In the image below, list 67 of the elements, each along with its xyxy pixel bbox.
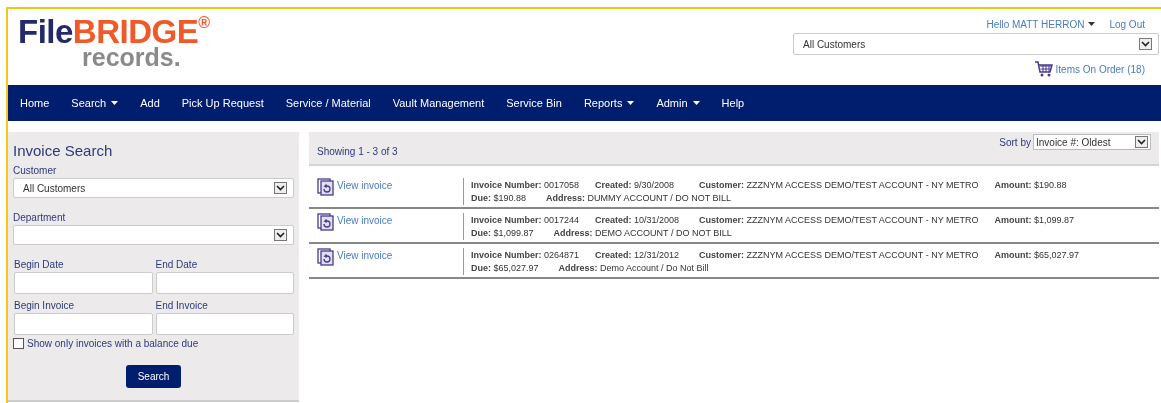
caret-icon bbox=[1088, 22, 1096, 26]
items-on-order-link[interactable]: Items On Order (18) bbox=[1033, 55, 1159, 78]
invoice-field: Created: 12/31/2012 bbox=[595, 249, 699, 260]
nav-item[interactable]: Reports bbox=[583, 97, 635, 109]
field-label: Customer bbox=[13, 165, 58, 176]
dropdown-icon bbox=[1135, 136, 1148, 148]
nav-item[interactable]: Service Bin bbox=[506, 97, 562, 109]
begin-invoice-field[interactable] bbox=[14, 313, 153, 335]
logout-link[interactable]: Log Out bbox=[1109, 15, 1145, 33]
field-label: End Invoice bbox=[155, 300, 209, 311]
invoice-field: Amount: $65,027.97 bbox=[994, 249, 1080, 260]
invoice-field: Created: 10/31/2008 bbox=[595, 214, 699, 225]
nav-item[interactable]: Add bbox=[140, 97, 160, 109]
view-invoice-link[interactable]: View invoice bbox=[337, 248, 393, 261]
nav-item[interactable]: Pick Up Request bbox=[181, 97, 264, 109]
invoice-field: Customer: ZZZNYM ACCESS DEMO/TEST ACCOUNT - NY METRO bbox=[699, 214, 979, 225]
customer-select[interactable]: All Customers bbox=[793, 33, 1159, 55]
dropdown-icon bbox=[1139, 38, 1152, 50]
panel-title: Invoice Search bbox=[13, 142, 114, 159]
nav-item[interactable]: Help bbox=[721, 97, 745, 109]
invoice-field: Invoice Number: 0017058 bbox=[471, 179, 595, 190]
sort-select[interactable]: Invoice #: Oldest bbox=[1033, 134, 1151, 150]
invoice-field: Customer: ZZZNYM ACCESS DEMO/TEST ACCOUNT - NY METRO bbox=[699, 179, 979, 190]
results-count: Showing 1 - 3 of 3 bbox=[317, 145, 399, 157]
caret-icon bbox=[627, 101, 635, 105]
invoice-icon[interactable] bbox=[317, 248, 335, 266]
invoice-field: Due: $1,099.87 bbox=[471, 227, 534, 238]
dropdown-icon bbox=[274, 229, 287, 241]
nav-item[interactable]: Vault Management bbox=[392, 97, 485, 109]
invoice-icon[interactable] bbox=[317, 178, 335, 196]
caret-icon bbox=[111, 101, 119, 105]
nav-item[interactable]: Home bbox=[20, 97, 50, 109]
field-label: Begin Invoice bbox=[14, 300, 76, 311]
view-invoice-link[interactable]: View invoice bbox=[337, 213, 393, 226]
caret-icon bbox=[692, 101, 700, 105]
invoice-field: Customer: ZZZNYM ACCESS DEMO/TEST ACCOUNT - NY METRO bbox=[699, 249, 979, 260]
dropdown-icon bbox=[274, 182, 287, 194]
invoice-field: Invoice Number: 0264871 bbox=[471, 249, 595, 260]
invoice-field: Address: DUMMY ACCOUNT / DO NOT BILL bbox=[546, 192, 732, 203]
invoice-field: Address: Demo Account / Do Not Bill bbox=[558, 262, 709, 273]
field-label: Begin Date bbox=[14, 259, 65, 270]
invoice-field: Invoice Number: 0017244 bbox=[471, 214, 595, 225]
department-select[interactable] bbox=[13, 225, 294, 245]
view-invoice-link[interactable]: View invoice bbox=[337, 178, 393, 191]
invoice-field: Address: DEMO ACCOUNT / DO NOT BILL bbox=[553, 227, 732, 238]
invoice-field: Created: 9/30/2008 bbox=[595, 179, 699, 190]
filebridge-logo[interactable]: FileBRIDGE® records. bbox=[8, 9, 210, 85]
checkbox-label: Show only invoices with a balance due bbox=[27, 338, 199, 349]
field-label: Department bbox=[13, 212, 67, 223]
invoice-field: Amount: $190.88 bbox=[994, 179, 1067, 190]
invoice-field: Due: $190.88 bbox=[471, 192, 527, 203]
field-label: End Date bbox=[155, 259, 199, 270]
search-button[interactable]: Search bbox=[125, 365, 182, 388]
nav-item[interactable]: Search bbox=[71, 97, 119, 109]
user-menu[interactable]: Hello MATT HERRON bbox=[986, 15, 1096, 33]
invoice-icon[interactable] bbox=[317, 213, 335, 231]
nav-item[interactable]: Admin bbox=[656, 97, 700, 109]
nav-item[interactable]: Service / Material bbox=[285, 97, 371, 109]
cart-icon bbox=[1033, 60, 1054, 78]
invoice-field: Amount: $1,099.87 bbox=[994, 214, 1075, 225]
checkbox[interactable] bbox=[13, 338, 24, 349]
sort-label: Sort by bbox=[999, 136, 1031, 148]
end-invoice-field[interactable] bbox=[155, 313, 294, 335]
begin-date-field[interactable] bbox=[14, 272, 153, 294]
invoice-field: Due: $65,027.97 bbox=[471, 262, 539, 273]
customer-select[interactable]: All Customers bbox=[13, 178, 294, 198]
end-date-field[interactable] bbox=[155, 272, 294, 294]
